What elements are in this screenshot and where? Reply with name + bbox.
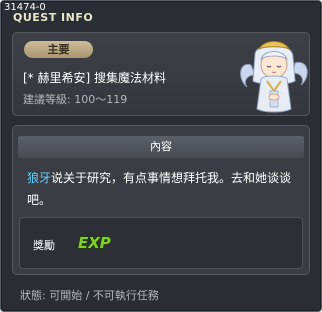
quest-category-tag: 主要 <box>24 41 93 58</box>
reward-label: 獎勵 <box>33 239 55 252</box>
description-text: 说关于研究，有点事情想拜托我。去和她谈谈吧。 <box>27 171 292 207</box>
npc-name-link[interactable]: 狼牙 <box>27 171 51 185</box>
title-bar[interactable]: 31474-0 QUEST INFO <box>1 1 321 29</box>
reward-box: 獎勵 EXP <box>19 217 303 269</box>
quest-name: [* 赫里希安] 搜集魔法材料 <box>23 71 166 85</box>
quest-content-panel: 內容 狼牙说关于研究，有点事情想拜托我。去和她谈谈吧。 獎勵 EXP <box>12 125 310 275</box>
exp-icon: EXP <box>77 231 111 253</box>
window-title: QUEST INFO <box>13 11 94 24</box>
recommended-level: 建議等級: 100～119 <box>23 93 128 106</box>
npc-portrait-icon <box>237 35 311 115</box>
quest-status: 狀態: 可開始 / 不可執行任務 <box>20 289 159 302</box>
exp-icon-text: EXP <box>78 234 111 252</box>
quest-description: 狼牙说关于研究，有点事情想拜托我。去和她谈谈吧。 <box>27 167 303 211</box>
quest-header-panel: 主要 [* 赫里希安] 搜集魔法材料 建議等級: 100～119 <box>12 32 310 116</box>
quest-info-window: 31474-0 QUEST INFO 主要 [* 赫里希安] 搜集魔法材料 建議… <box>0 0 322 312</box>
content-heading: 內容 <box>18 136 304 158</box>
